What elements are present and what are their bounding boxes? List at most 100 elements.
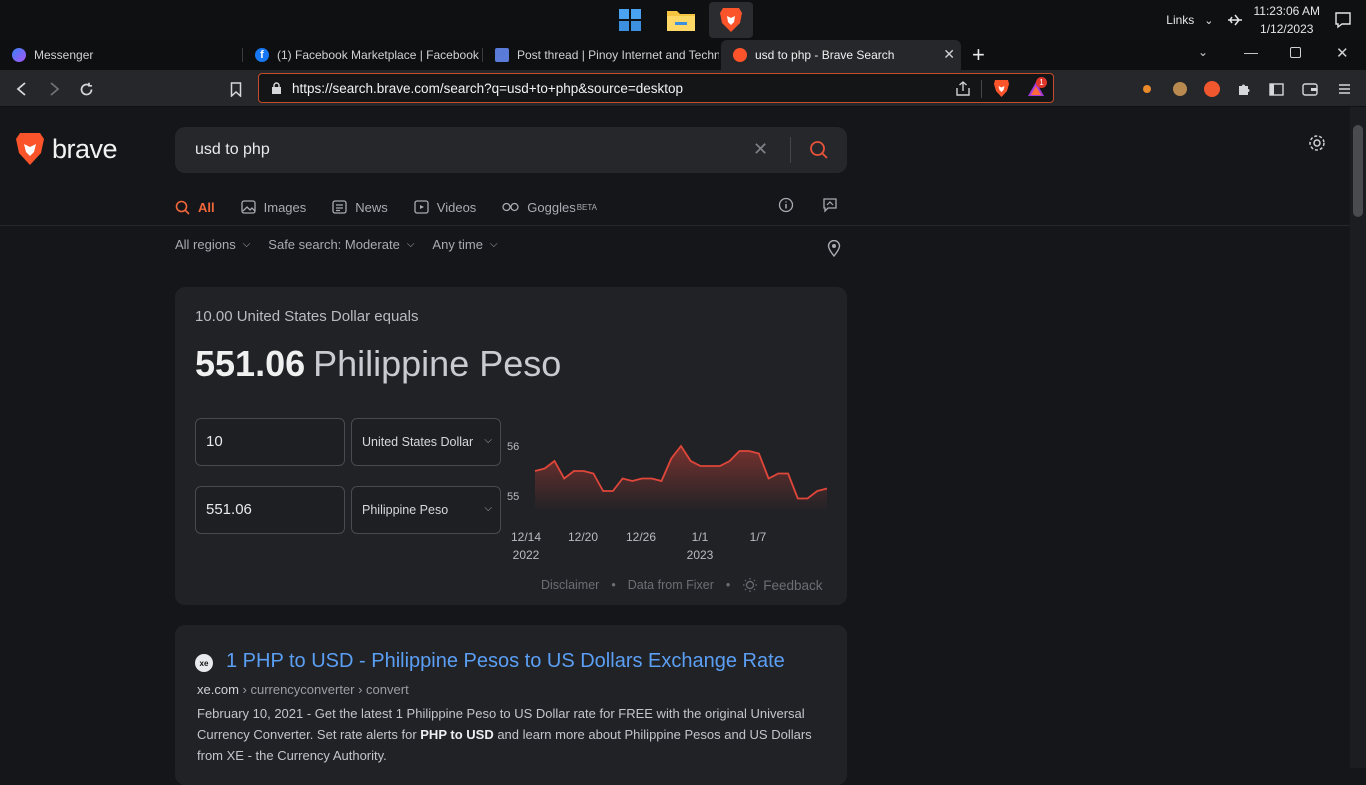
system-clock[interactable]: 11:23:06 AM 1/12/2023 — [1254, 2, 1321, 38]
tab-messenger[interactable]: Messenger — [0, 40, 243, 70]
tab-title: Post thread | Pinoy Internet and Techn — [517, 48, 719, 62]
converter-footer: Disclaimer • Data from Fixer • Feedback — [541, 577, 823, 593]
tab-news[interactable]: News — [332, 195, 388, 219]
beta-badge: BETA — [576, 202, 598, 212]
tab-title: Messenger — [34, 48, 94, 62]
reload-icon — [80, 82, 92, 95]
bookmark-button[interactable] — [223, 76, 249, 102]
xe-favicon-icon: xe — [195, 654, 213, 672]
tab-label: Videos — [436, 199, 477, 215]
forward-button[interactable] — [41, 76, 67, 102]
windows-start-button[interactable] — [608, 2, 652, 38]
airplane-icon[interactable] — [1226, 11, 1244, 29]
result-value: 551.06 — [195, 343, 306, 384]
extension-ball-button[interactable] — [1134, 76, 1160, 102]
windows-logo-icon — [619, 9, 641, 31]
tab-pinoy-thread[interactable]: Post thread | Pinoy Internet and Techn — [483, 40, 719, 70]
tab-label: Images — [263, 199, 307, 215]
exchange-rate-chart: 56 55 12/14 2022 12/20 12/26 1/1 2023 1/7 — [507, 441, 828, 562]
back-button[interactable] — [9, 76, 35, 102]
menu-button[interactable] — [1331, 76, 1357, 102]
close-window-button[interactable]: ✕ — [1336, 44, 1349, 62]
search-icon — [175, 200, 190, 215]
orange-app-icon — [1204, 81, 1220, 97]
brave-logo[interactable]: brave — [14, 131, 118, 167]
tab-all[interactable]: All — [175, 195, 215, 219]
result-title-link[interactable]: 1 PHP to USD - Philippine Pesos to US Do… — [226, 650, 785, 673]
new-tab-button[interactable]: + — [972, 42, 985, 68]
brand-wordmark: brave — [52, 133, 118, 164]
feedback-link[interactable]: Feedback — [763, 578, 822, 593]
minimize-button[interactable]: — — [1244, 44, 1258, 60]
search-results-page: brave usd to php ✕ All Images News Video… — [0, 107, 1350, 785]
brave-lion-icon — [16, 133, 44, 165]
time-label: Any time — [432, 237, 483, 252]
chevron-down-icon: ⌵ — [484, 435, 492, 446]
tab-videos[interactable]: Videos — [414, 195, 477, 219]
browser-tab-strip: Messenger f (1) Facebook Marketplace | F… — [0, 40, 1366, 70]
time-dropdown[interactable]: Any time ⌵ — [432, 237, 497, 252]
to-currency-select[interactable]: Philippine Peso ⌵ — [351, 486, 501, 534]
from-amount-input[interactable]: 10 — [195, 418, 345, 466]
chevron-down-icon: ⌵ — [490, 239, 498, 250]
pinoy-tech-icon — [495, 48, 509, 62]
extensions-button[interactable] — [1231, 76, 1257, 102]
scrollbar-thumb[interactable] — [1353, 125, 1363, 217]
settings-gear-icon[interactable] — [1308, 134, 1326, 152]
safe-search-dropdown[interactable]: Safe search: Moderate ⌵ — [268, 237, 414, 252]
from-currency-select[interactable]: United States Dollar ⌵ — [351, 418, 501, 466]
orange-ball-icon — [1143, 85, 1151, 93]
wallet-button[interactable] — [1297, 76, 1323, 102]
clear-search-icon[interactable]: ✕ — [753, 139, 768, 160]
address-bar[interactable]: https://search.brave.com/search?q=usd+to… — [258, 73, 1054, 103]
restore-button[interactable] — [1290, 47, 1301, 58]
tab-brave-search[interactable]: usd to php - Brave Search ✕ — [721, 40, 961, 70]
search-submit-icon[interactable] — [809, 140, 829, 160]
notification-icon[interactable] — [1334, 11, 1352, 29]
result-url[interactable]: xe.com › currencyconverter › convert — [197, 682, 409, 697]
feedback-chat-icon[interactable] — [822, 197, 838, 213]
share-icon[interactable] — [955, 81, 971, 96]
tab-goggles[interactable]: Goggles BETA — [502, 195, 597, 219]
brave-lion-icon — [720, 8, 742, 32]
brave-shields-icon[interactable] — [993, 79, 1010, 98]
bookmark-icon — [230, 81, 242, 97]
links-toolbar-label[interactable]: Links — [1166, 13, 1194, 27]
to-amount-input[interactable]: 551.06 — [195, 486, 345, 534]
info-icon[interactable] — [778, 197, 794, 213]
extension-app-button[interactable] — [1199, 76, 1225, 102]
search-type-filters: All Images News Videos Goggles BETA — [175, 195, 623, 219]
chevron-down-icon[interactable]: ⌄ — [1204, 14, 1213, 27]
reload-button[interactable] — [73, 76, 99, 102]
close-tab-icon[interactable]: ✕ — [943, 46, 955, 63]
chart-area-fill — [535, 446, 827, 511]
facebook-icon: f — [255, 48, 269, 62]
wallet-icon — [1302, 82, 1318, 96]
lock-icon — [272, 82, 281, 94]
tab-label: Goggles — [527, 199, 576, 215]
search-input[interactable]: usd to php — [195, 141, 270, 159]
tab-facebook-marketplace[interactable]: f (1) Facebook Marketplace | Facebook — [243, 40, 483, 70]
sidebar-button[interactable] — [1263, 76, 1289, 102]
from-currency-label: United States Dollar — [362, 435, 474, 449]
chevron-down-icon: ⌵ — [242, 239, 251, 250]
url-text[interactable]: https://search.brave.com/search?q=usd+to… — [292, 81, 683, 96]
file-explorer-button[interactable] — [659, 2, 703, 38]
tab-images[interactable]: Images — [240, 195, 307, 219]
page-scrollbar[interactable] — [1350, 107, 1366, 768]
tab-title: usd to php - Brave Search — [755, 48, 895, 62]
brave-taskbar-button[interactable] — [709, 2, 753, 38]
clock-time: 11:23:06 AM — [1253, 4, 1321, 18]
lightbulb-icon — [743, 578, 758, 592]
brave-search-icon — [733, 48, 747, 62]
disclaimer-link[interactable]: Disclaimer — [541, 578, 599, 592]
folder-icon — [667, 11, 695, 31]
search-box[interactable]: usd to php ✕ — [175, 127, 847, 173]
location-pin-icon[interactable] — [827, 240, 841, 257]
brave-rewards-button[interactable]: 1 — [1027, 77, 1049, 98]
sidebar-icon — [1268, 82, 1284, 96]
tab-search-chevron-icon[interactable]: ⌄ — [1198, 45, 1208, 59]
conversion-result: 551.06 Philippine Peso — [195, 343, 561, 385]
extension-cookie-button[interactable] — [1167, 76, 1193, 102]
region-dropdown[interactable]: All regions ⌵ — [175, 237, 250, 252]
